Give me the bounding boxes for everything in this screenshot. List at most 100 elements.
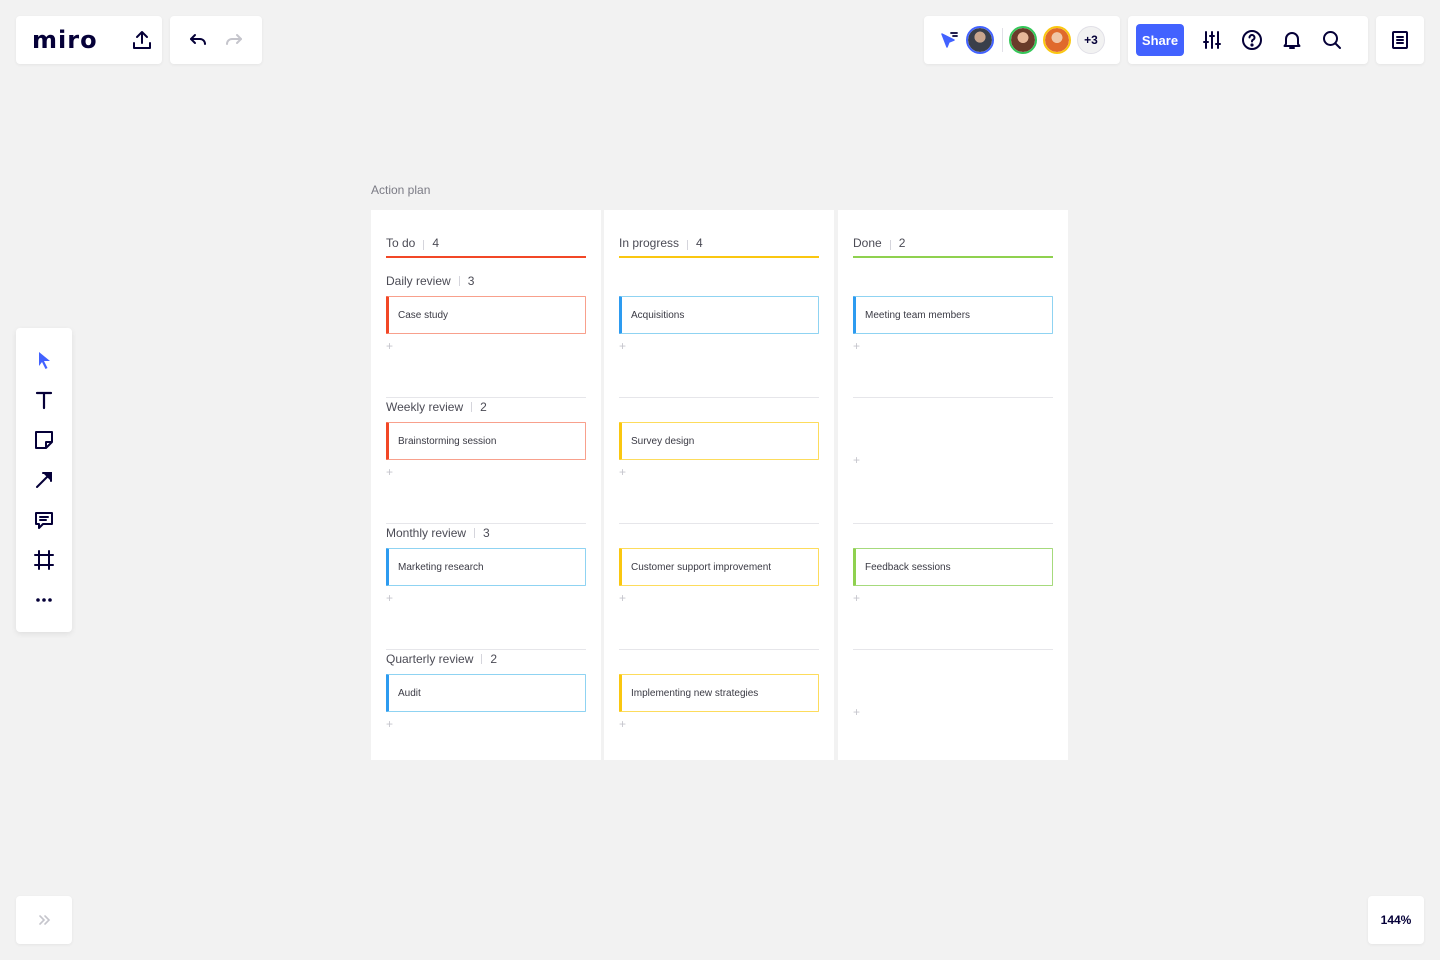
avatar[interactable] <box>966 26 994 54</box>
column-title: Done <box>853 236 882 250</box>
swimlane-group: Acquisitions + <box>619 272 819 398</box>
column-header: In progress 4 <box>619 210 819 256</box>
swimlane-group: Meeting team members + <box>853 272 1053 398</box>
swimlane-group: Survey design + <box>619 398 819 524</box>
card[interactable]: Customer support improvement <box>619 548 819 586</box>
board-menu-panel <box>1376 16 1424 64</box>
card[interactable]: Audit <box>386 674 586 712</box>
column-header: To do 4 <box>386 210 586 256</box>
avatar[interactable] <box>1043 26 1071 54</box>
swimlane-group: Daily review 3 Case study + <box>386 272 586 398</box>
zoom-panel: 144% <box>1368 896 1424 944</box>
card[interactable]: Marketing research <box>386 548 586 586</box>
divider <box>481 654 483 664</box>
line-icon[interactable] <box>32 468 56 492</box>
group-name: Weekly review <box>386 400 464 414</box>
expand-panel <box>16 896 72 944</box>
add-card-icon[interactable]: + <box>386 340 396 352</box>
add-card-icon[interactable]: + <box>619 466 629 478</box>
creation-toolbar <box>16 328 72 632</box>
column-color-line <box>386 256 586 258</box>
card[interactable]: Brainstorming session <box>386 422 586 460</box>
group-count: 3 <box>483 526 490 540</box>
share-button[interactable]: Share <box>1136 24 1184 56</box>
frame-icon[interactable] <box>32 548 56 572</box>
swimlane-group: + <box>853 650 1053 776</box>
card[interactable]: Case study <box>386 296 586 334</box>
column-color-line <box>853 256 1053 258</box>
column-title: In progress <box>619 236 680 250</box>
sticky-note-icon[interactable] <box>32 428 56 452</box>
divider <box>687 240 689 250</box>
notifications-bell-icon[interactable] <box>1280 28 1304 52</box>
cursor-follow-icon[interactable] <box>936 28 960 52</box>
add-card-icon[interactable]: + <box>853 454 863 466</box>
add-card-icon[interactable]: + <box>619 592 629 604</box>
add-card-icon[interactable]: + <box>853 592 863 604</box>
add-card-icon[interactable]: + <box>386 718 396 730</box>
card[interactable]: Survey design <box>619 422 819 460</box>
card[interactable]: Acquisitions <box>619 296 819 334</box>
undo-icon[interactable] <box>186 28 210 52</box>
divider <box>474 528 476 538</box>
redo-icon[interactable] <box>222 28 246 52</box>
swimlane-group: Customer support improvement + <box>619 524 819 650</box>
group-title: Weekly review 2 <box>386 398 586 416</box>
logo-panel: miro <box>16 16 162 64</box>
column-title: To do <box>386 236 416 250</box>
kanban-column: In progress 4 Acquisitions + Survey desi… <box>604 210 834 760</box>
column-color-line <box>619 256 819 258</box>
swimlane-group: Monthly review 3 Marketing research + <box>386 524 586 650</box>
group-count: 2 <box>480 400 487 414</box>
undo-redo-panel <box>170 16 262 64</box>
swimlane-group: Feedback sessions + <box>853 524 1053 650</box>
divider <box>471 402 473 412</box>
card[interactable]: Meeting team members <box>853 296 1053 334</box>
avatar-overflow-count[interactable]: +3 <box>1077 26 1105 54</box>
actions-panel: Share <box>1128 16 1368 64</box>
divider <box>889 240 891 250</box>
group-count: 2 <box>490 652 498 666</box>
divider <box>423 240 425 250</box>
notes-list-icon[interactable] <box>1388 28 1412 52</box>
export-icon[interactable] <box>130 28 154 52</box>
column-count: 2 <box>898 236 906 250</box>
group-name: Quarterly review <box>386 652 474 666</box>
avatar[interactable] <box>1009 26 1037 54</box>
add-card-icon[interactable]: + <box>853 706 863 718</box>
miro-logo[interactable]: miro <box>32 26 98 54</box>
divider <box>1002 28 1003 52</box>
group-title: Monthly review 3 <box>386 524 586 542</box>
text-icon[interactable] <box>32 388 56 412</box>
kanban-column: To do 4 Daily review 3 Case study + Week… <box>371 210 601 760</box>
swimlane-group: Quarterly review 2 Audit + <box>386 650 586 776</box>
board-title: Action plan <box>371 183 431 197</box>
swimlane-group: + <box>853 398 1053 524</box>
add-card-icon[interactable]: + <box>853 340 863 352</box>
add-card-icon[interactable]: + <box>386 466 396 478</box>
card[interactable]: Feedback sessions <box>853 548 1053 586</box>
search-icon[interactable] <box>1320 28 1344 52</box>
settings-sliders-icon[interactable] <box>1200 28 1224 52</box>
help-icon[interactable] <box>1240 28 1264 52</box>
group-title: Daily review 3 <box>386 272 586 290</box>
add-card-icon[interactable]: + <box>386 592 396 604</box>
column-count: 4 <box>696 236 703 250</box>
select-icon[interactable] <box>32 348 56 372</box>
card[interactable]: Implementing new strategies <box>619 674 819 712</box>
double-chevron-right-icon[interactable] <box>32 908 56 932</box>
add-card-icon[interactable]: + <box>619 718 629 730</box>
add-card-icon[interactable]: + <box>619 340 629 352</box>
kanban-column: Done 2 Meeting team members + + Feedback… <box>838 210 1068 760</box>
collaborators-panel: +3 <box>924 16 1120 64</box>
zoom-level[interactable]: 144% <box>1381 913 1412 927</box>
column-header: Done 2 <box>853 210 1053 256</box>
comment-icon[interactable] <box>32 508 56 532</box>
more-icon[interactable] <box>32 588 56 612</box>
